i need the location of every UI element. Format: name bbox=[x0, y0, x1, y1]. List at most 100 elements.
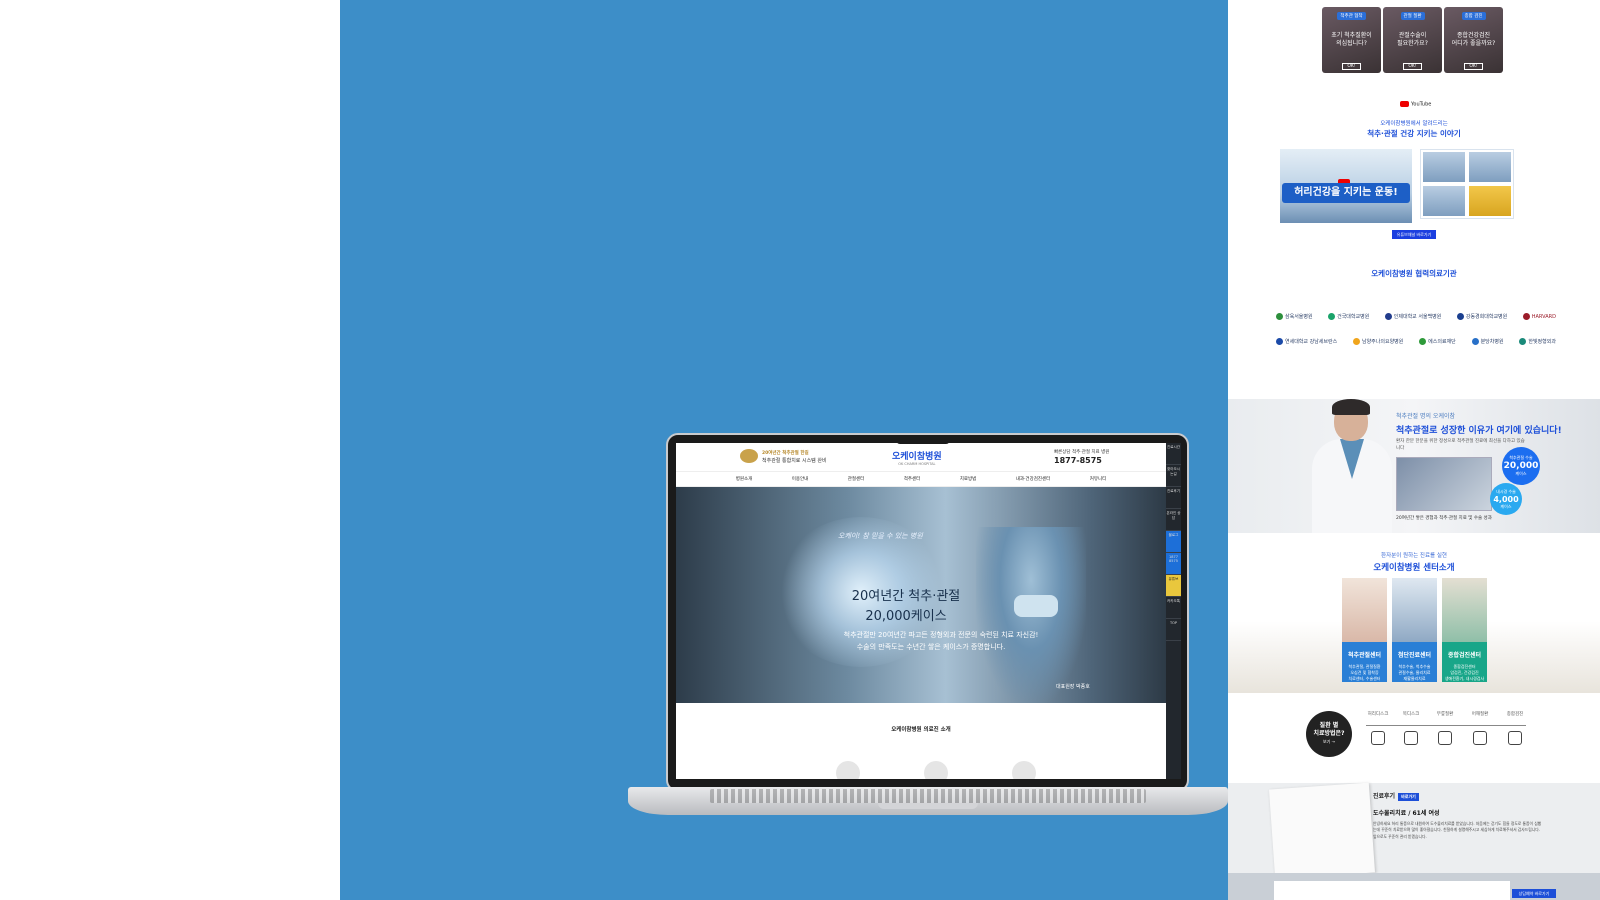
partner-logo[interactable]: 분당차병원 bbox=[1471, 338, 1504, 345]
review-letter-image bbox=[1268, 782, 1376, 880]
nav-item-community[interactable]: 커뮤니티 bbox=[1090, 476, 1107, 482]
partner-name: HARVARD bbox=[1531, 313, 1556, 320]
harvard-shield-icon bbox=[1522, 313, 1530, 320]
avatar[interactable] bbox=[836, 761, 860, 779]
partner-logo[interactable]: 강동경희대학교병원 bbox=[1456, 313, 1507, 320]
quiz-tile[interactable]: 척추관 협착 초기 척추질환이 의심됩니다? OK! bbox=[1322, 7, 1381, 73]
quick-reviews[interactable]: 진료후기 bbox=[1166, 487, 1181, 509]
nav-item-spine[interactable]: 척추센터 bbox=[904, 476, 921, 482]
disease-item[interactable]: 목디스크 bbox=[1396, 711, 1426, 745]
hero-sub-1: 척추관절만 20여년간 파고든 정형외과 전문의 숙련된 치료 자신감! bbox=[843, 631, 1039, 639]
award-line2: 척추관절 통합치료 시스템 완비 bbox=[762, 458, 827, 464]
youtube-sub: 오케이참병원에서 알려드리는 bbox=[1380, 121, 1448, 127]
site-logo-text: 오케이참병원 bbox=[892, 452, 942, 462]
doctors-intro-heading: 오케이참병원 의료진 소개 bbox=[891, 727, 951, 733]
youtube-channel-button[interactable]: 유튜브채널 바로가기 bbox=[1392, 230, 1436, 239]
centers-sub: 환자분이 원하는 진료를 실현 bbox=[1381, 553, 1447, 559]
hero-script: 오케이! 참 믿을 수 있는 병원 bbox=[838, 532, 923, 540]
partner-name: 인제대학교 서울백병원 bbox=[1393, 314, 1442, 320]
center-desc: 척추수술, 척추수술 관절수술, 물리치료 재활물리치료 bbox=[1398, 664, 1431, 681]
nav-item-guide[interactable]: 이용안내 bbox=[792, 476, 809, 482]
quick-blog[interactable]: 블로그 bbox=[1166, 531, 1181, 553]
badge-unit: 케이스 bbox=[1515, 471, 1527, 476]
tile-tag: 종합 검진 bbox=[1461, 12, 1486, 20]
site-logo[interactable]: 오케이참병원 OK CHARM HOSPITAL bbox=[892, 449, 942, 466]
review-heading: 진료후기 바로가기 bbox=[1373, 791, 1419, 801]
partner-name: 건국대학교병원 bbox=[1337, 314, 1370, 320]
hospital-icon bbox=[1419, 338, 1427, 345]
center-label: 첨단진료센터 척추수술, 척추수술 관절수술, 물리치료 재활물리치료 bbox=[1392, 642, 1437, 682]
laptop-screen: 20여년간 척추관절 한길 척추관절 통합치료 시스템 완비 오케이참병원 OK… bbox=[676, 443, 1181, 779]
tile-ok-button[interactable]: OK! bbox=[1464, 63, 1483, 70]
spine-surgery-badge: 척추관절 수술 20,000 케이스 bbox=[1502, 447, 1540, 485]
disease-item[interactable]: 종합검진 bbox=[1500, 711, 1530, 745]
doctor-desc: 환자 한분 한분을 위한 정성으로 척추관절 진료에 최선을 다하고 있습니다 bbox=[1396, 439, 1525, 451]
center-card[interactable]: 척추관절센터 척추관절, 관절질환 오십견 및 협착증 치료센터, 수술센터 bbox=[1342, 578, 1387, 682]
youtube-side-thumbnails[interactable] bbox=[1420, 149, 1514, 219]
partner-logo[interactable]: HARVARD bbox=[1522, 313, 1556, 320]
review-label: 진료후기 bbox=[1373, 793, 1396, 800]
quick-menu: 진료시간 찾아오시는길 진료후기 온라인 상담 블로그 1877 8575 유튜… bbox=[1166, 443, 1181, 779]
partner-logo[interactable]: 삼육서울병원 bbox=[1276, 313, 1313, 320]
disease-item[interactable]: 무릎질환 bbox=[1430, 711, 1460, 745]
center-card[interactable]: 종합검진센터 종합검진센터 암검진, 건강검진 생애전환기, 내시경검사 bbox=[1442, 578, 1487, 682]
disease-item[interactable]: 어깨질환 bbox=[1465, 711, 1495, 745]
quick-kakao[interactable]: 카카오톡 bbox=[1166, 597, 1181, 619]
center-card[interactable]: 첨단진료센터 척추수술, 척추수술 관절수술, 물리치료 재활물리치료 bbox=[1392, 578, 1437, 682]
partner-logo[interactable]: 한빛정형외과 bbox=[1519, 338, 1556, 345]
avatar[interactable] bbox=[1012, 761, 1036, 779]
nav-item-checkup[interactable]: 내과·건강검진센터 bbox=[1016, 476, 1051, 482]
partner-logo[interactable]: 연세대학교 강남세브란스 bbox=[1276, 338, 1337, 345]
partner-name: 연세대학교 강남세브란스 bbox=[1285, 339, 1338, 345]
hero-title-2: 20,000케이스 bbox=[865, 609, 947, 624]
reservation-button[interactable]: 상담예약 바로가기 bbox=[1512, 889, 1556, 898]
disease-label: 종합검진 bbox=[1506, 712, 1524, 717]
quick-directions[interactable]: 찾아오시는길 bbox=[1166, 465, 1181, 487]
doctor-video[interactable] bbox=[1396, 457, 1492, 511]
partner-logo[interactable]: 남양주나의요양병원 bbox=[1352, 338, 1403, 345]
partner-logo[interactable]: 건국대학교병원 bbox=[1328, 313, 1369, 320]
doctor-caption: 20여년간 쌓은 경험과 척추·관절 치료 및 수술 성과 bbox=[1396, 516, 1492, 521]
partner-logo[interactable]: 에스의료재단 bbox=[1419, 338, 1456, 345]
thumb-image bbox=[1469, 186, 1511, 216]
tile-tag: 관절 질환 bbox=[1400, 12, 1425, 20]
doctor-portrait bbox=[1312, 399, 1392, 533]
disease-circle-button[interactable]: 질환 별 치료방법은? 보기 → bbox=[1306, 711, 1352, 757]
nav-item-about[interactable]: 병원소개 bbox=[736, 476, 753, 482]
avatar[interactable] bbox=[924, 761, 948, 779]
disease-item[interactable]: 허리디스크 bbox=[1363, 711, 1393, 745]
thumbnail-caption: 허리건강을 지키는 운동! bbox=[1282, 183, 1410, 203]
hospital-icon bbox=[1352, 338, 1360, 345]
review-body: 안녕하세요 허리 통증으로 내원하여 도수물리치료를 받았습니다. 처음에는 걷… bbox=[1373, 821, 1542, 839]
nav-item-treatment[interactable]: 치료방법 bbox=[960, 476, 977, 482]
quick-phone[interactable]: 1877 8575 bbox=[1166, 553, 1181, 575]
endoscope-surgery-badge: 내시경 수술 4,000 케이스 bbox=[1490, 483, 1522, 515]
tile-text: 종합건강검진 어디가 좋을까요? bbox=[1451, 32, 1496, 48]
review-link[interactable]: 바로가기 bbox=[1398, 793, 1419, 801]
nav-item-joint[interactable]: 관절센터 bbox=[848, 476, 865, 482]
center-name: 종합검진센터 bbox=[1447, 652, 1482, 659]
partner-name: 분당차병원 bbox=[1480, 339, 1504, 345]
tile-ok-button[interactable]: OK! bbox=[1403, 63, 1422, 70]
partner-logo[interactable]: 인제대학교 서울백병원 bbox=[1384, 313, 1442, 320]
partner-logos-row2: 연세대학교 강남세브란스 남양주나의요양병원 에스의료재단 분당차병원 한빛정형… bbox=[1276, 338, 1556, 345]
quick-online[interactable]: 온라인 상담 bbox=[1166, 509, 1181, 531]
badge-value: 4,000 bbox=[1493, 494, 1519, 504]
badge-unit: 케이스 bbox=[1500, 503, 1512, 509]
quiz-tile[interactable]: 종합 검진 종합건강검진 어디가 좋을까요? OK! bbox=[1444, 7, 1503, 73]
site-header: 20여년간 척추관절 한길 척추관절 통합치료 시스템 완비 오케이참병원 OK… bbox=[676, 443, 1166, 471]
quick-top[interactable]: TOP bbox=[1166, 619, 1181, 641]
tile-ok-button[interactable]: OK! bbox=[1342, 63, 1361, 70]
quick-hours[interactable]: 진료시간 bbox=[1166, 443, 1181, 465]
page: 20여년간 척추관절 한길 척추관절 통합치료 시스템 완비 오케이참병원 OK… bbox=[0, 0, 1600, 900]
partner-logos-row1: 삼육서울병원 건국대학교병원 인제대학교 서울백병원 강동경희대학교병원 HAR… bbox=[1276, 313, 1556, 320]
center-desc: 종합검진센터 암검진, 건강검진 생애전환기, 내시경검사 bbox=[1444, 664, 1485, 681]
partner-name: 한빛정형외과 bbox=[1528, 339, 1556, 345]
disease-section: 질환 별 치료방법은? 보기 → 허리디스크 목디스크 무릎질환 어깨질환 종합… bbox=[1228, 693, 1600, 783]
youtube-video-thumbnail[interactable]: 허리건강을 지키는 운동! bbox=[1280, 149, 1412, 223]
director-signature: 대표원장 박종호 bbox=[1056, 684, 1090, 690]
call-number[interactable]: 1877-8575 bbox=[1054, 456, 1102, 465]
quick-youtube[interactable]: 유튜브 bbox=[1166, 575, 1181, 597]
quiz-tile[interactable]: 관절 질환 관절수술이 필요한가요? OK! bbox=[1383, 7, 1442, 73]
youtube-icon bbox=[1400, 101, 1409, 107]
